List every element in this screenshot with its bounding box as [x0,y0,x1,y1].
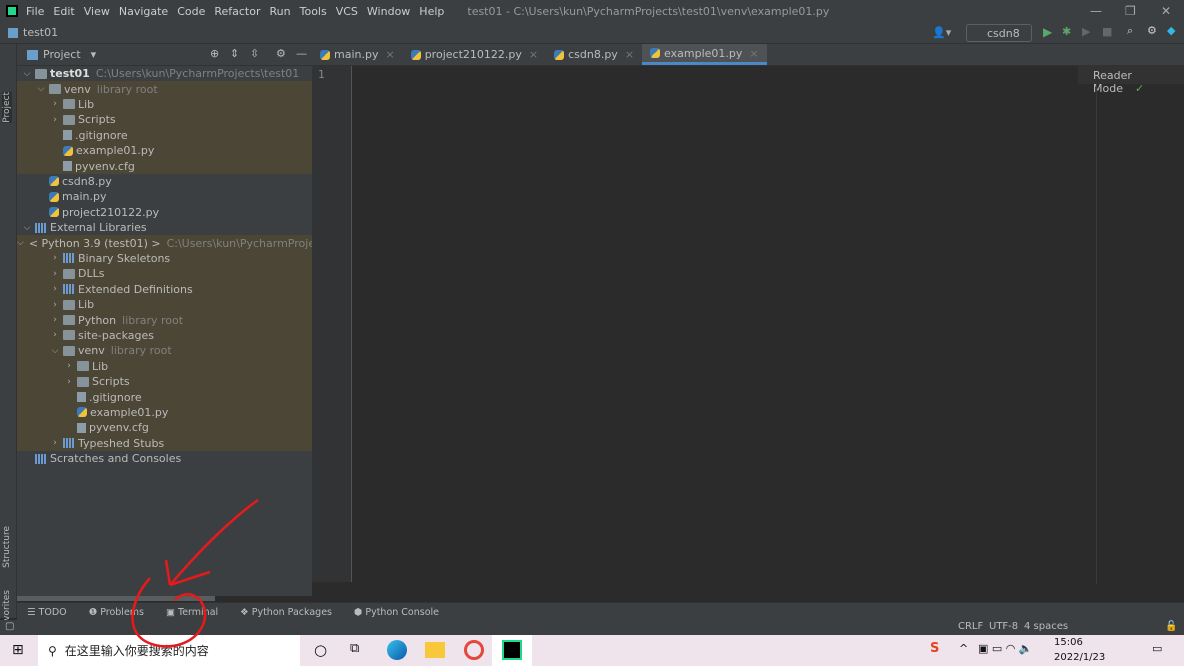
annotation-circle [131,577,207,648]
red-annotation-overlay [131,498,259,648]
annotation-arrow [164,498,259,587]
